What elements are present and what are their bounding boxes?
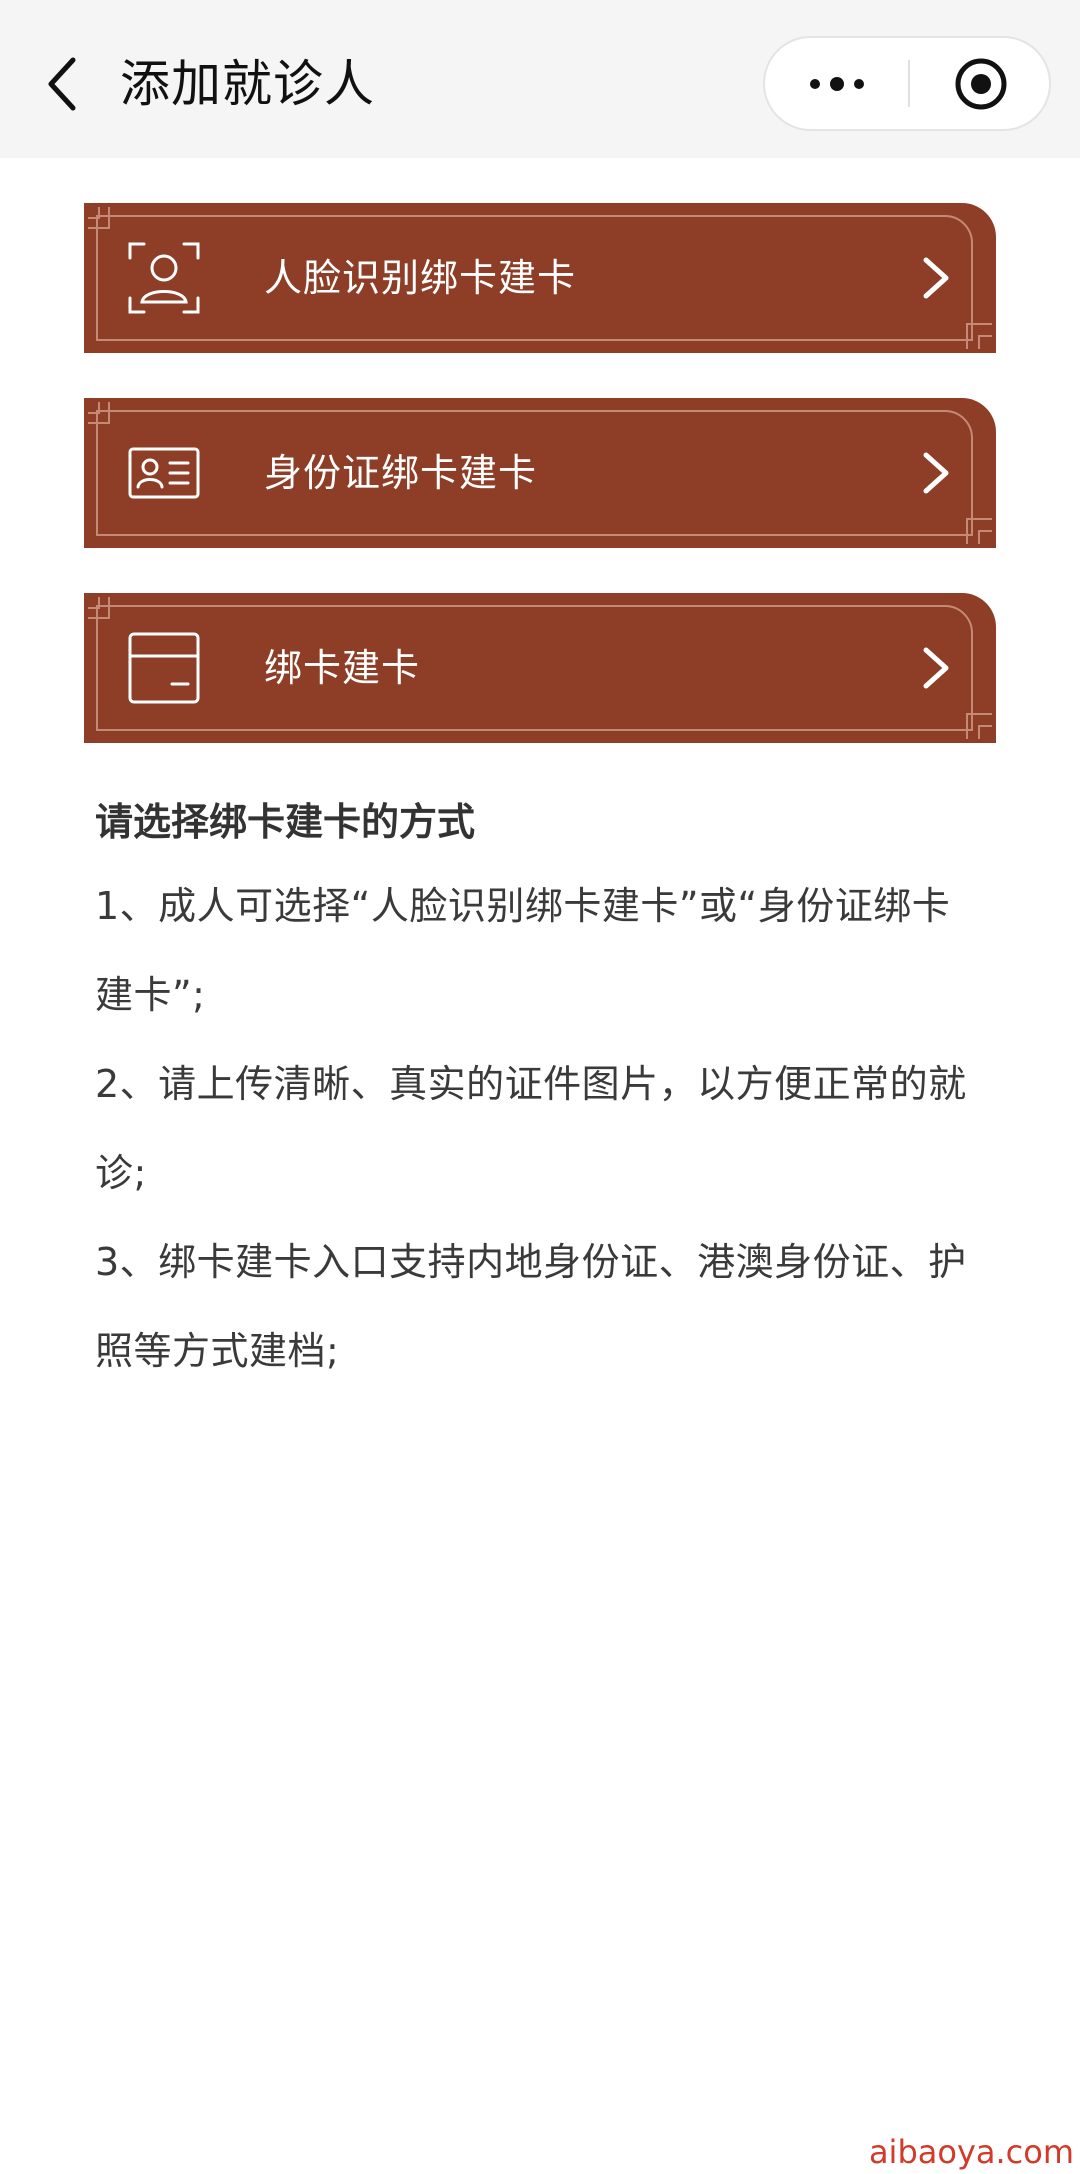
- bind-card-button[interactable]: 绑卡建卡: [84, 593, 996, 743]
- id-card-icon: [128, 447, 200, 499]
- close-mini-program-button[interactable]: [910, 38, 1051, 129]
- target-close-icon: [955, 58, 1006, 109]
- mini-program-capsule: [763, 36, 1051, 131]
- face-recognition-card-button[interactable]: 人脸识别绑卡建卡: [84, 203, 996, 353]
- card-corner-ornament: [978, 335, 992, 349]
- instructions-heading: 请选择绑卡建卡的方式: [95, 800, 476, 844]
- instruction-item: 3、绑卡建卡入口支持内地身份证、港澳身份证、护照等方式建档;: [95, 1240, 967, 1373]
- chevron-right-icon: [923, 647, 949, 689]
- navigation-bar: 添加就诊人: [0, 0, 1080, 158]
- instruction-item: 1、成人可选择“人脸识别绑卡建卡”或“身份证绑卡建卡”;: [95, 884, 951, 1017]
- card-label: 绑卡建卡: [264, 646, 421, 690]
- card-frame: [96, 605, 973, 731]
- card-corner-ornament: [978, 530, 992, 544]
- card-label: 身份证绑卡建卡: [264, 451, 538, 495]
- card-corner-ornament: [978, 725, 992, 739]
- bank-card-icon: [128, 632, 200, 704]
- more-dots-icon: [809, 76, 864, 91]
- back-button[interactable]: [32, 48, 92, 120]
- id-card-bind-button[interactable]: 身份证绑卡建卡: [84, 398, 996, 548]
- card-corner-ornament: [88, 402, 100, 414]
- chevron-right-icon: [923, 257, 949, 299]
- instruction-item: 2、请上传清晰、真实的证件图片，以方便正常的就诊;: [95, 1062, 967, 1195]
- card-corner-ornament: [88, 207, 100, 219]
- more-menu-button[interactable]: [765, 38, 908, 129]
- instructions-section: 请选择绑卡建卡的方式 1、成人可选择“人脸识别绑卡建卡”或“身份证绑卡建卡”; …: [95, 782, 985, 1396]
- chevron-right-icon: [923, 452, 949, 494]
- card-label: 人脸识别绑卡建卡: [264, 256, 577, 300]
- card-corner-ornament: [88, 597, 100, 609]
- face-scan-icon: [128, 242, 200, 314]
- page-title: 添加就诊人: [120, 55, 375, 113]
- watermark: aibaoya.com: [868, 2133, 1074, 2171]
- chevron-left-icon: [48, 57, 76, 111]
